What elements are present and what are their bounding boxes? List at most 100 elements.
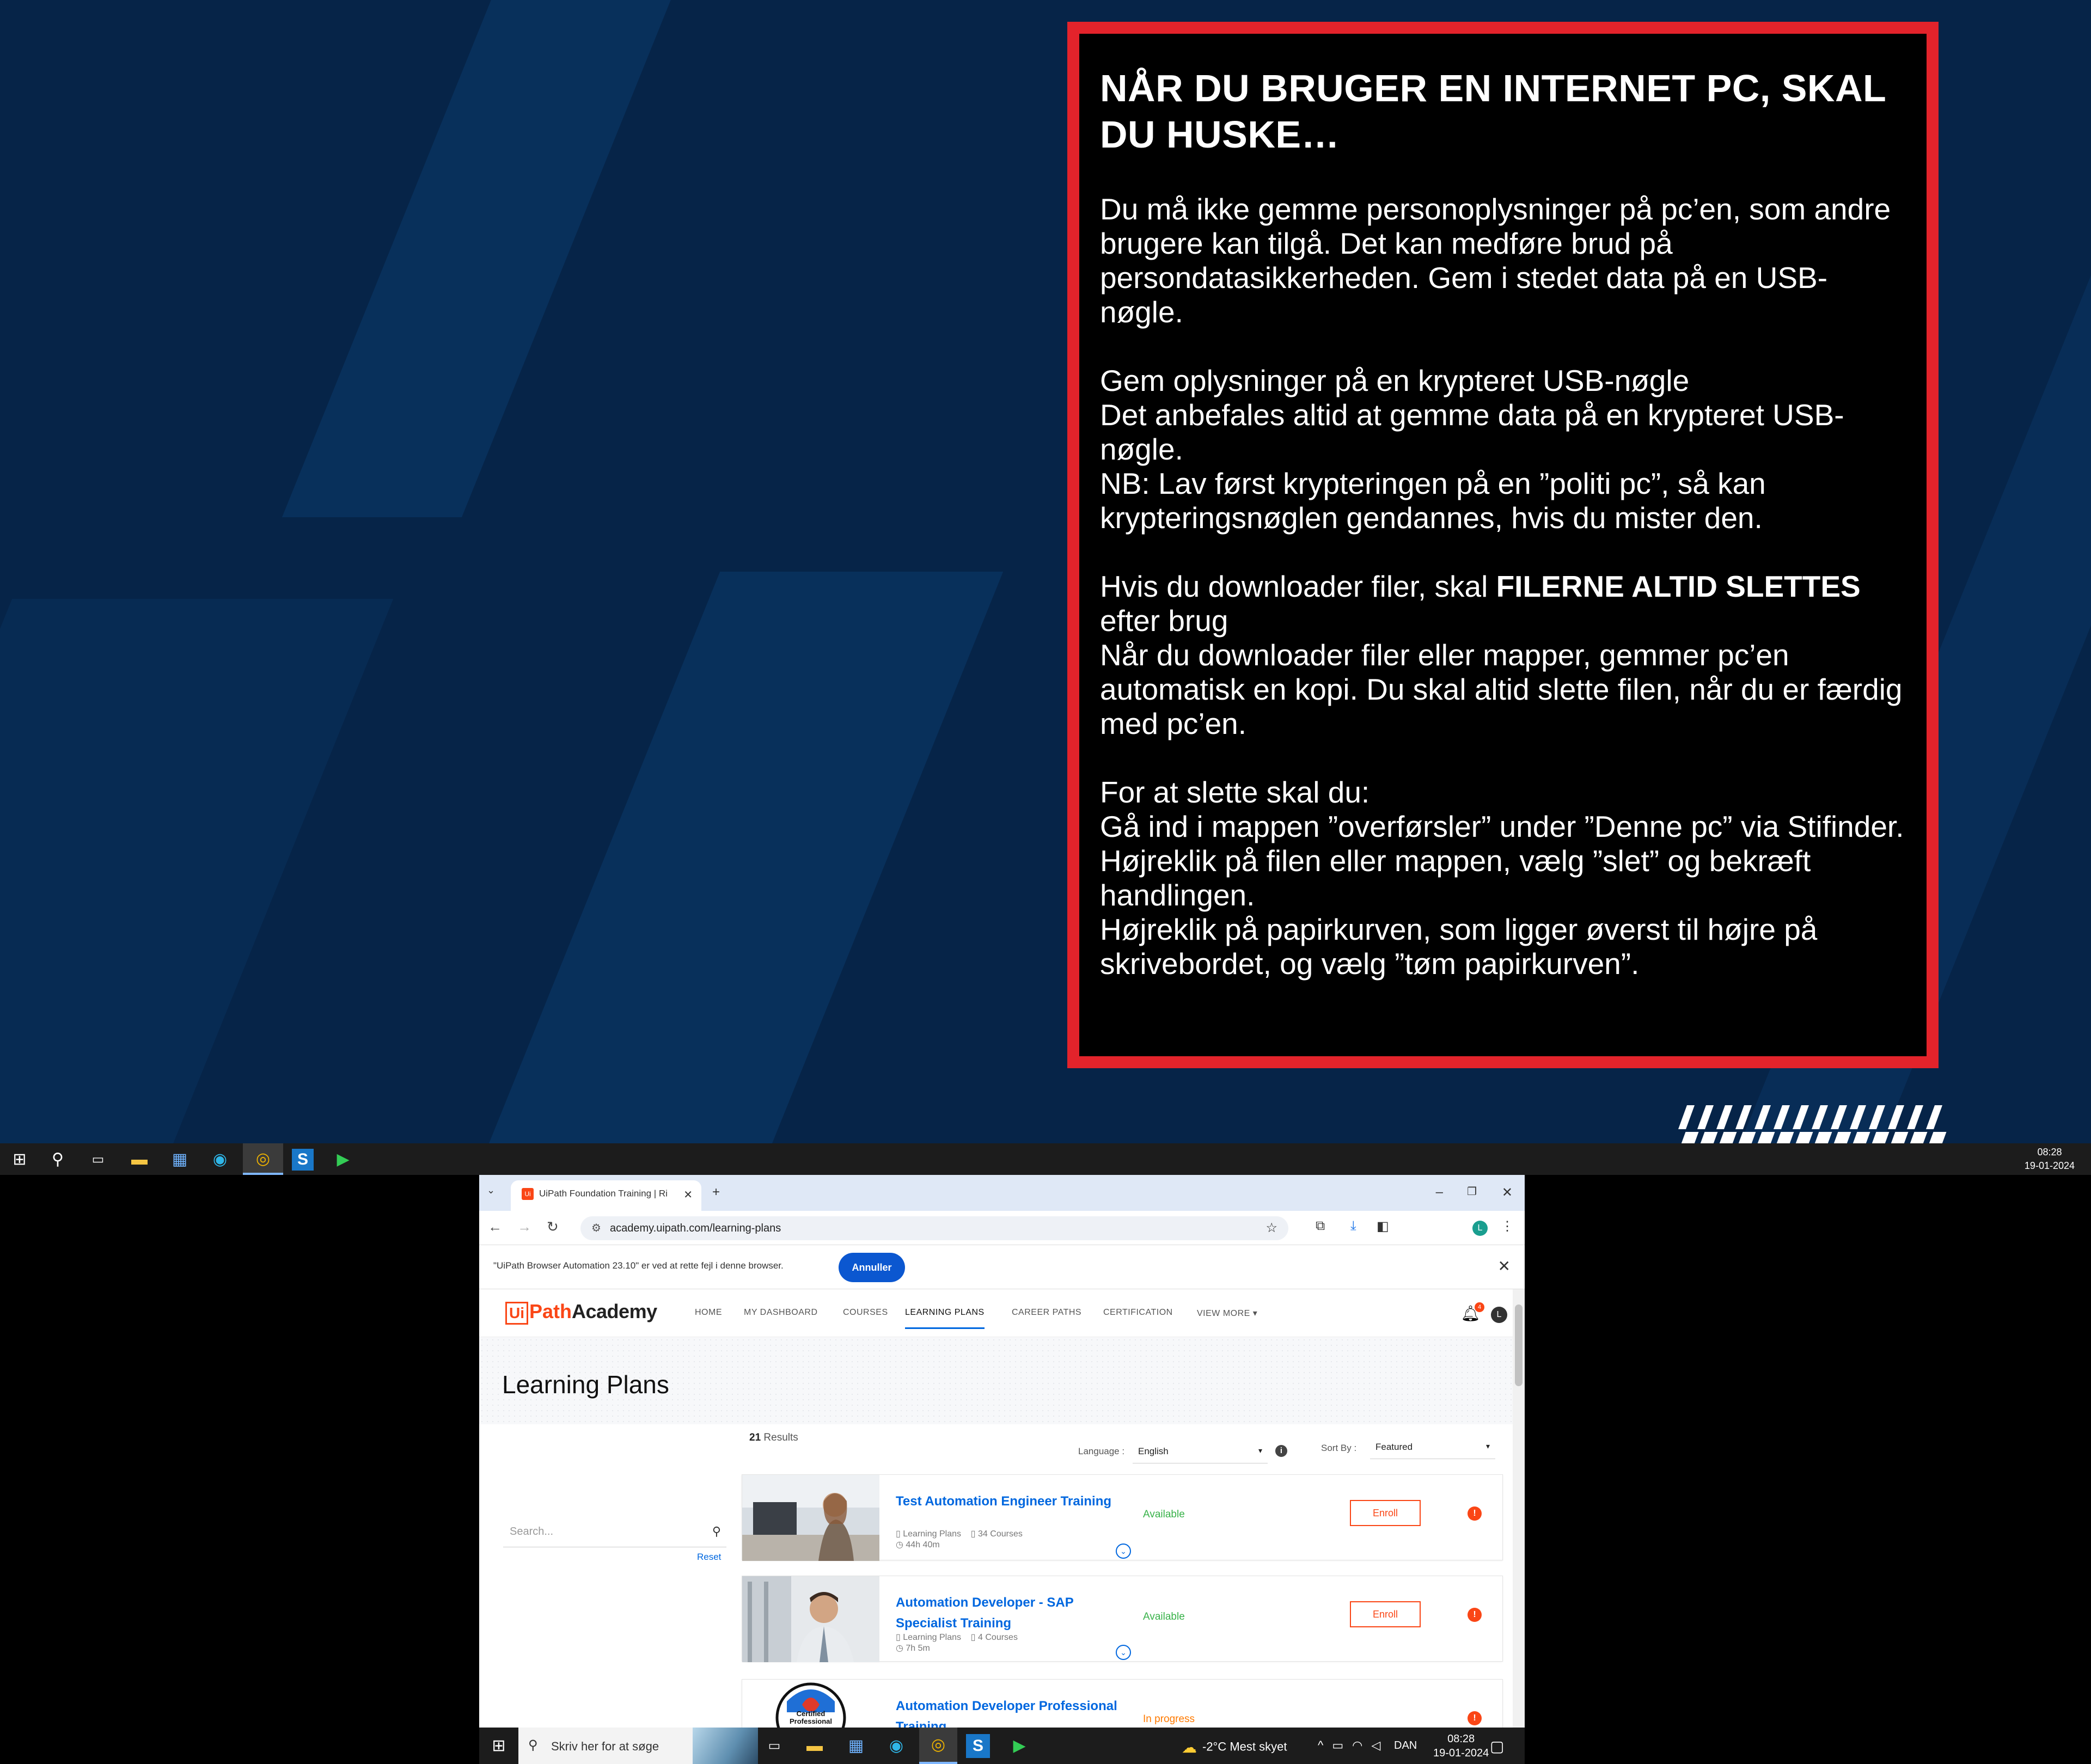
desktop-bottom: ⌄ Ui UiPath Foundation Training | Ri ✕ + … — [0, 1175, 2091, 1764]
browser-window: ⌄ Ui UiPath Foundation Training | Ri ✕ + … — [479, 1175, 1525, 1728]
store-icon[interactable]: ▦ — [169, 1149, 191, 1171]
edge-icon[interactable]: ◉ — [884, 1734, 908, 1758]
nav-learning-plans[interactable]: LEARNING PLANS — [905, 1308, 985, 1329]
reload-icon[interactable]: ↻ — [547, 1218, 559, 1235]
card-thumbnail[interactable] — [742, 1576, 879, 1662]
badge-text: Certified Professional — [789, 1710, 833, 1725]
bookmark-star-icon[interactable]: ☆ — [1265, 1216, 1277, 1240]
weather-text: -2°C Mest skyet — [1202, 1739, 1287, 1754]
close-infobar-icon[interactable]: ✕ — [1498, 1257, 1511, 1275]
nav-view-more[interactable]: VIEW MORE ▾ — [1197, 1308, 1257, 1319]
new-tab-button[interactable]: + — [712, 1185, 720, 1200]
profile-avatar[interactable]: L — [1472, 1221, 1488, 1236]
nav-dashboard[interactable]: MY DASHBOARD — [744, 1308, 818, 1318]
wifi-icon[interactable]: ◠ — [1352, 1738, 1371, 1752]
enroll-button[interactable]: Enroll — [1350, 1601, 1421, 1627]
close-tab-icon[interactable]: ✕ — [683, 1188, 693, 1202]
nav-career-paths[interactable]: CAREER PATHS — [1012, 1308, 1081, 1318]
site-info-icon[interactable]: ⚙ — [591, 1216, 601, 1240]
card-title[interactable]: Automation Developer Professional Traini… — [896, 1696, 1130, 1728]
clock-date: 19-01-2024 — [2024, 1160, 2075, 1171]
browser-tab[interactable]: Ui UiPath Foundation Training | Ri ✕ — [511, 1180, 701, 1211]
windows-icon[interactable]: ⊞ — [9, 1149, 30, 1171]
user-avatar[interactable]: L — [1491, 1307, 1507, 1323]
card-duration: ◷ 7h 5m — [896, 1644, 930, 1653]
chrome-icon[interactable]: ◎ — [919, 1728, 957, 1764]
weather-widget[interactable]: ☁ -2°C Mest skyet — [1182, 1738, 1287, 1756]
search-icon[interactable]: ⚲ — [712, 1524, 721, 1539]
volume-icon[interactable]: ◁ — [1371, 1738, 1389, 1752]
scrollbar-thumb[interactable] — [1515, 1304, 1523, 1386]
menu-icon[interactable]: ⋮ — [1501, 1218, 1514, 1234]
address-bar[interactable]: ⚙ academy.uipath.com/learning-plans ☆ — [580, 1216, 1288, 1240]
search-icon[interactable]: ⚲ — [47, 1149, 69, 1171]
nav-home[interactable]: HOME — [695, 1308, 722, 1318]
info-icon[interactable]: ! — [1468, 1608, 1482, 1622]
search-input[interactable]: Search... ⚲ — [503, 1515, 726, 1547]
close-window-icon[interactable]: ✕ — [1502, 1185, 1513, 1200]
minimize-icon[interactable]: – — [1436, 1185, 1443, 1200]
info-icon[interactable]: i — [1275, 1445, 1287, 1457]
forward-icon[interactable]: → — [517, 1218, 531, 1235]
results-label: Results — [761, 1432, 798, 1443]
card-title[interactable]: Automation Developer - SAP Specialist Tr… — [896, 1592, 1130, 1634]
enroll-button[interactable]: Enroll — [1350, 1500, 1421, 1526]
app-s-icon[interactable]: S — [966, 1734, 990, 1758]
back-icon[interactable]: ← — [488, 1218, 502, 1235]
notice-line: NB: Lav først krypteringen på en ”politi… — [1100, 467, 1766, 535]
chevron-up-icon[interactable]: ^ — [1318, 1738, 1332, 1752]
learning-plan-card: Certified Professional Automation Develo… — [742, 1679, 1503, 1728]
cancel-button[interactable]: Annuller — [839, 1253, 905, 1282]
clock-time: 08:28 — [1447, 1733, 1475, 1745]
uipath-favicon: Ui — [522, 1188, 534, 1200]
browser-toolbar: ← → ↻ ⚙ academy.uipath.com/learning-plan… — [479, 1211, 1525, 1245]
task-view-icon[interactable]: ▭ — [87, 1149, 109, 1171]
app-s-icon[interactable]: S — [292, 1149, 314, 1171]
page-scrollbar[interactable] — [1513, 1289, 1525, 1728]
notice-text: efter brug — [1100, 604, 1228, 638]
notification-badge: 4 — [1475, 1302, 1484, 1312]
sort-label: Sort By : — [1321, 1443, 1357, 1453]
info-icon[interactable]: ! — [1468, 1711, 1482, 1725]
side-panel-icon[interactable]: ◧ — [1377, 1218, 1389, 1234]
restore-icon[interactable]: ❐ — [1467, 1185, 1477, 1198]
download-icon[interactable]: ⤓ — [1350, 1218, 1356, 1234]
extensions-icon[interactable]: ⧉ — [1316, 1218, 1325, 1234]
notification-center-icon[interactable]: ▢ — [1490, 1737, 1504, 1755]
page-title: Learning Plans — [502, 1370, 669, 1399]
expand-chevron-icon[interactable]: ⌄ — [1116, 1645, 1131, 1660]
reset-link[interactable]: Reset — [697, 1552, 721, 1563]
card-courses: 4 Courses — [978, 1633, 1018, 1642]
results-count: 21 Results — [749, 1432, 798, 1444]
tab-search-icon[interactable]: ⌄ — [487, 1185, 495, 1196]
file-explorer-icon[interactable]: ▬ — [129, 1149, 150, 1171]
store-icon[interactable]: ▦ — [844, 1734, 868, 1758]
media-player-icon[interactable]: ▶ — [332, 1149, 354, 1171]
taskbar-search-input[interactable]: ⚲ Skriv her for at søge — [518, 1728, 758, 1764]
taskbar-bottom: ⊞ ⚲ Skriv her for at søge ▭ ▬ ▦ ◉ ◎ S ▶ … — [479, 1728, 1525, 1764]
language-select[interactable]: English ▾ — [1133, 1440, 1268, 1463]
expand-chevron-icon[interactable]: ⌄ — [1116, 1543, 1131, 1559]
edge-icon[interactable]: ◉ — [209, 1149, 231, 1171]
card-title[interactable]: Test Automation Engineer Training — [896, 1491, 1130, 1512]
nav-courses[interactable]: COURSES — [843, 1308, 888, 1318]
uipath-academy-logo[interactable]: Ui PathAcademy — [505, 1300, 657, 1325]
input-language[interactable]: DAN — [1394, 1739, 1417, 1752]
system-tray[interactable]: ^▭◠◁ — [1318, 1738, 1389, 1753]
info-icon[interactable]: ! — [1468, 1506, 1482, 1521]
clock[interactable]: 08:28 19-01-2024 — [1433, 1732, 1489, 1760]
logo-academy: Academy — [572, 1300, 657, 1322]
learning-plan-card: Test Automation Engineer Training ▯ Lear… — [742, 1474, 1503, 1561]
chrome-icon[interactable]: ◎ — [243, 1143, 283, 1175]
media-player-icon[interactable]: ▶ — [1007, 1734, 1031, 1758]
clock[interactable]: 08:28 19-01-2024 — [2025, 1146, 2075, 1173]
card-thumbnail[interactable] — [742, 1475, 879, 1561]
file-explorer-icon[interactable]: ▬ — [803, 1734, 827, 1758]
network-icon[interactable]: ▭ — [1332, 1738, 1352, 1752]
card-thumbnail[interactable]: Certified Professional — [742, 1680, 879, 1728]
web-page: Ui PathAcademy HOME MY DASHBOARD COURSES … — [479, 1289, 1513, 1728]
windows-icon[interactable]: ⊞ — [487, 1734, 511, 1758]
task-view-icon[interactable]: ▭ — [762, 1734, 786, 1758]
sort-select[interactable]: Featured ▾ — [1370, 1435, 1495, 1459]
nav-certification[interactable]: CERTIFICATION — [1103, 1308, 1173, 1318]
